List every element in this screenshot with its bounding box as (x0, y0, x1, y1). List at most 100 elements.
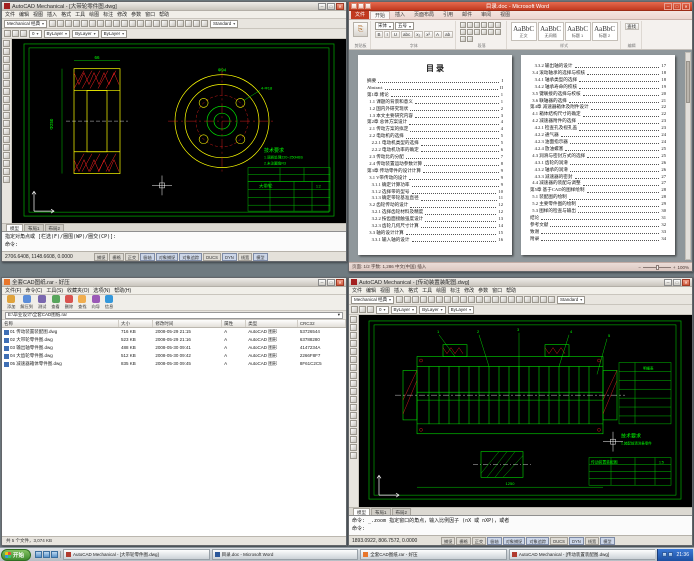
menu-格式[interactable]: 格式 (408, 287, 418, 294)
drawing-canvas[interactable]: Φ250 66 Φ94 4-Φ18 技术要求 1.调质处理220~250HBS … (12, 39, 346, 223)
menu-收藏夹(O)[interactable]: 收藏夹(O) (67, 287, 89, 294)
mode-DYN[interactable]: DYN (221, 252, 237, 261)
zoom-previous-icon[interactable] (516, 296, 524, 303)
table-row[interactable]: 04 大齿轮零件图.dwg 512 KB 2008-05-30 09:42 A Auto… (2, 352, 346, 360)
tab-布局2[interactable]: 布局2 (44, 224, 65, 231)
save-icon[interactable] (412, 296, 420, 303)
multilevel-list-icon[interactable] (473, 22, 480, 28)
linetype-dropdown[interactable]: ByLayer ▾ (72, 29, 99, 38)
arc-icon[interactable] (3, 80, 10, 87)
column-header-名称[interactable]: 名称 (2, 320, 119, 327)
plot-icon[interactable] (420, 296, 428, 303)
pan-icon[interactable] (145, 20, 153, 27)
save-icon[interactable] (351, 3, 357, 9)
mode-模型[interactable]: 模型 (253, 252, 268, 261)
subscript-button[interactable]: x₂ (413, 31, 423, 38)
publish-icon[interactable] (89, 20, 97, 27)
mode-对象捕捉[interactable]: 对象捕捉 (502, 536, 526, 545)
plot-preview-icon[interactable] (428, 296, 436, 303)
media-player-icon[interactable] (51, 551, 59, 558)
menu-窗口[interactable]: 窗口 (145, 11, 155, 18)
menu-命令(C)[interactable]: 命令(C) (25, 287, 42, 294)
tab-审阅[interactable]: 审阅 (477, 11, 495, 19)
italic-button[interactable]: I (384, 31, 391, 38)
make-object-layer-current-icon[interactable] (20, 30, 27, 37)
mode-DUCS[interactable]: DUCS (203, 252, 221, 261)
maximize-button[interactable]: □ (327, 2, 335, 10)
spline-icon[interactable] (3, 104, 10, 111)
close-button[interactable]: ✕ (682, 2, 690, 10)
open-icon[interactable] (57, 20, 65, 27)
numbering-icon[interactable] (466, 22, 473, 28)
layer-properties-icon[interactable] (4, 30, 11, 37)
document-page-2[interactable]: 3.3.2 输出轴的设计 17 3.4 滚动轴承的选择与校核 18 3.4.1 轴承… (521, 55, 675, 255)
rectangle-icon[interactable] (3, 72, 10, 79)
tab-开始[interactable]: 开始 (370, 11, 391, 19)
menu-修改[interactable]: 修改 (117, 11, 127, 18)
copy-icon[interactable] (452, 296, 460, 303)
text-style-dropdown[interactable]: Standard ▾ (557, 295, 586, 304)
close-button[interactable]: ✕ (682, 278, 690, 286)
menu-帮助[interactable]: 帮助 (506, 287, 516, 294)
file-list[interactable]: 01 传动装置装配图.dwg 716 KB 2008-05-29 21:15 A Aut… (2, 328, 346, 536)
point-icon[interactable] (350, 412, 357, 419)
title-bar[interactable]: 全套CAD图纸.rar - 好压 ─ □ ✕ (2, 278, 346, 287)
tab-布局1[interactable]: 布局1 (371, 508, 391, 515)
tool-palettes-icon[interactable] (540, 296, 548, 303)
line-icon[interactable] (3, 40, 10, 47)
paste-icon[interactable] (460, 296, 468, 303)
multiline-text-icon[interactable] (3, 176, 10, 183)
mode-DUCS[interactable]: DUCS (550, 536, 568, 545)
font-name-dropdown[interactable]: 宋体 ▾ (375, 22, 395, 30)
minimize-button[interactable]: ─ (318, 278, 326, 286)
network-icon[interactable] (668, 552, 674, 557)
column-header-类型[interactable]: 类型 (246, 320, 298, 327)
menu-绘图[interactable]: 绘图 (89, 11, 99, 18)
menu-文件[interactable]: 文件 (5, 11, 15, 18)
show-desktop-icon[interactable] (43, 551, 51, 558)
font-color-button[interactable]: A (433, 31, 442, 38)
undo-icon[interactable] (358, 3, 364, 9)
mode-极轴[interactable]: 极轴 (487, 536, 502, 545)
ellipse-icon[interactable] (3, 112, 10, 119)
zoom-previous-icon[interactable] (169, 20, 177, 27)
zoom-knob[interactable] (655, 264, 659, 270)
table-row[interactable]: 05 减速器箱体零件图.dwg 835 KB 2008-05-30 09:45 A Au… (2, 360, 346, 368)
workspace-dropdown[interactable]: Mechanical 经典 ▾ (4, 19, 48, 28)
menu-格式[interactable]: 格式 (61, 11, 71, 18)
cut-icon[interactable] (444, 296, 452, 303)
find-button[interactable]: 查找 (624, 23, 639, 30)
menu-帮助[interactable]: 帮助 (159, 11, 169, 18)
close-button[interactable]: ✕ (336, 2, 344, 10)
mode-栅格[interactable]: 栅格 (456, 536, 471, 545)
title-bar[interactable]: AutoCAD Mechanical - [大带轮零件图.dwg] ─ □ ✕ (2, 2, 346, 11)
tab-引用[interactable]: 引用 (439, 11, 457, 19)
designcenter-icon[interactable] (532, 296, 540, 303)
menu-编辑[interactable]: 编辑 (19, 11, 29, 18)
insert-block-icon[interactable] (3, 120, 10, 127)
new-icon[interactable] (396, 296, 404, 303)
revision-cloud-icon[interactable] (3, 96, 10, 103)
insert-block-icon[interactable] (350, 396, 357, 403)
column-header-CRC32[interactable]: CRC32 (298, 320, 346, 327)
menu-工具[interactable]: 工具 (422, 287, 432, 294)
scrollbar-thumb[interactable] (686, 61, 690, 103)
align-center-icon[interactable] (473, 29, 480, 35)
extract-button[interactable]: 解压到 (20, 295, 33, 310)
find-button[interactable]: 查找 (78, 295, 87, 310)
increase-indent-icon[interactable] (487, 22, 494, 28)
zoom-out-button[interactable]: − (638, 265, 641, 270)
layer-dropdown[interactable]: 0 ▾ (376, 305, 389, 314)
style-标题 2[interactable]: AaBbC 标题 2 (591, 22, 618, 41)
properties-icon[interactable] (177, 20, 185, 27)
designcenter-icon[interactable] (185, 20, 193, 27)
column-header-大小[interactable]: 大小 (119, 320, 154, 327)
mode-正交[interactable]: 正交 (124, 252, 140, 261)
open-icon[interactable] (404, 296, 412, 303)
style-标题 1[interactable]: AaBbC 标题 1 (564, 22, 591, 41)
menu-插入[interactable]: 插入 (394, 287, 404, 294)
menu-文件(F)[interactable]: 文件(F) (5, 287, 21, 294)
add-button[interactable]: 添加 (7, 295, 15, 310)
text-highlight-button[interactable]: ab (442, 31, 453, 38)
ie-icon[interactable] (35, 551, 43, 558)
